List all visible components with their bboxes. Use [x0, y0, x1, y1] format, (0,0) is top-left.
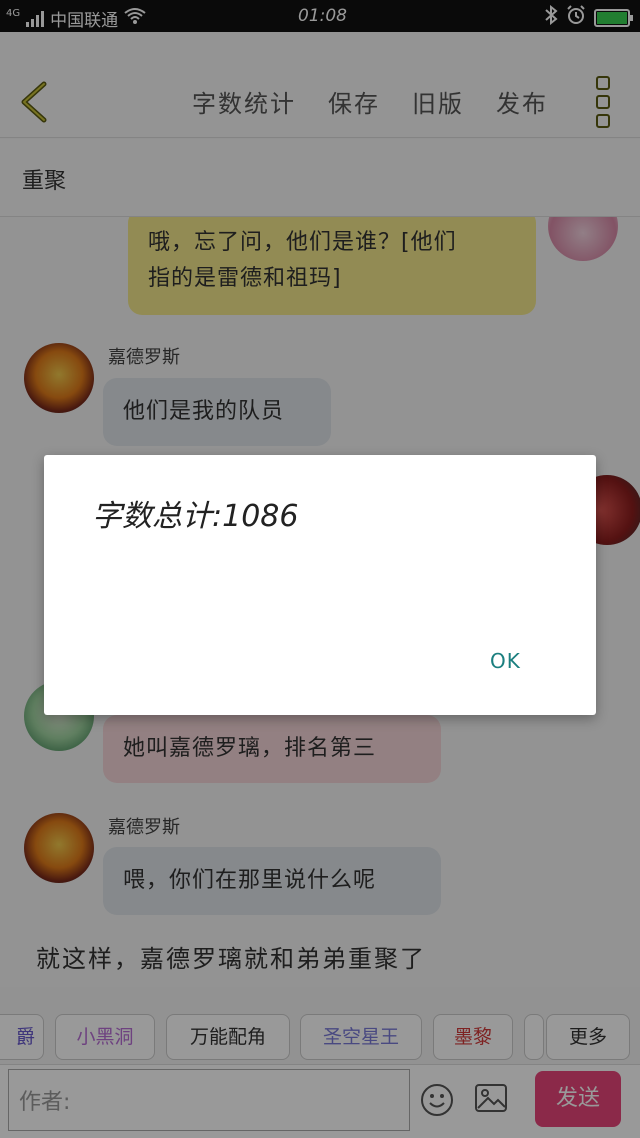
- word-count-message: 字数总计:1086: [92, 499, 299, 534]
- word-count-dialog: 字数总计:1086 OK: [44, 455, 596, 715]
- ok-button[interactable]: OK: [490, 649, 521, 673]
